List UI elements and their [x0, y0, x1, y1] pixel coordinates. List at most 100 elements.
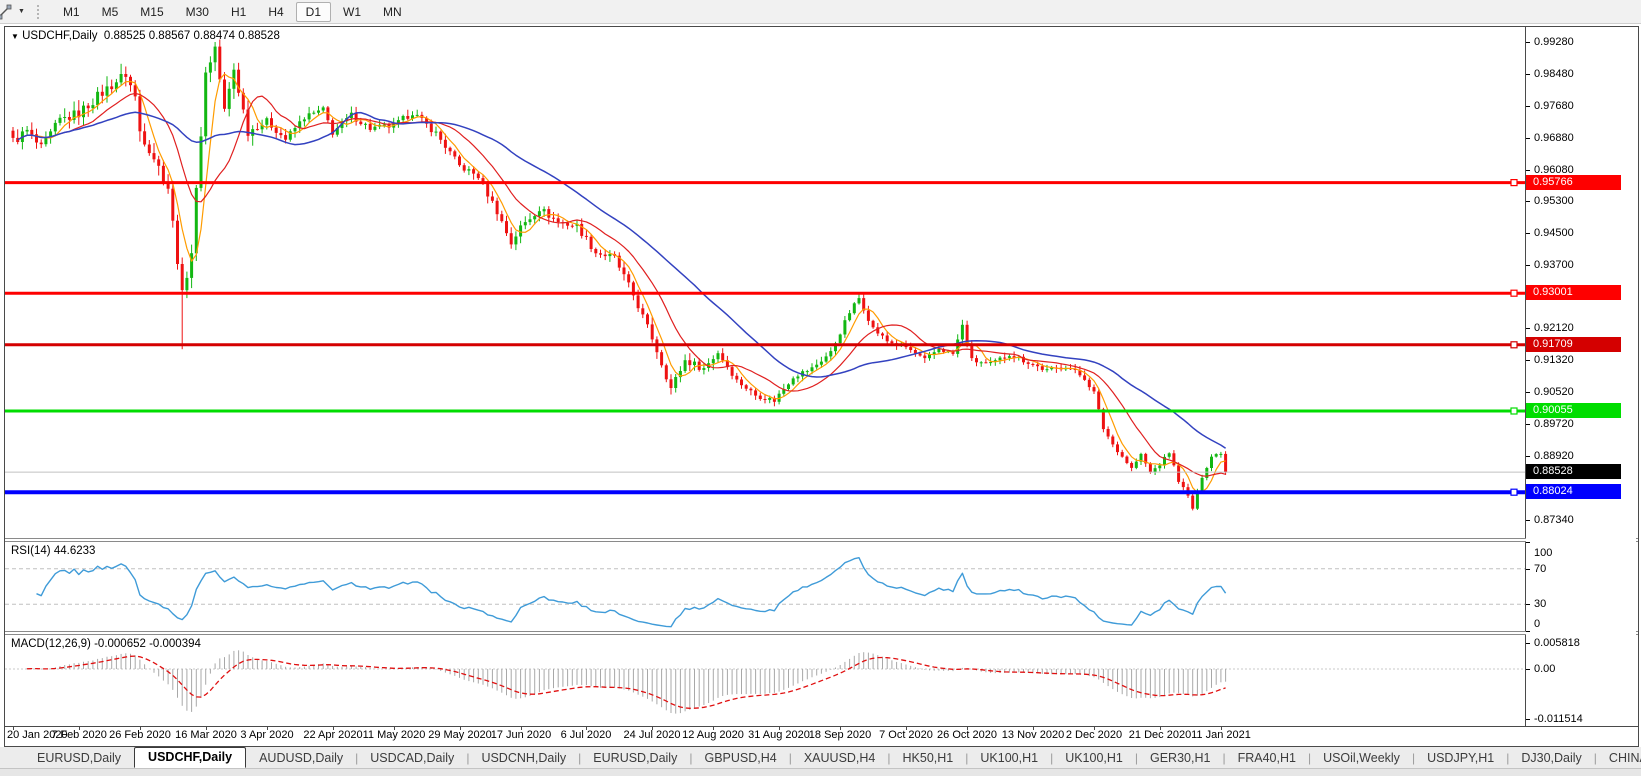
date-label: 11 May 2020 [362, 729, 426, 741]
date-label: 31 Aug 2020 [748, 729, 810, 741]
chart-tab-dj30-daily[interactable]: DJ30,Daily [1510, 749, 1592, 768]
price-tick-mark [1526, 138, 1530, 139]
chart-tab-fra40-h1[interactable]: FRA40,H1 [1227, 749, 1307, 768]
rsi-plot[interactable] [5, 542, 1525, 631]
price-tick-label: 0.93700 [1534, 259, 1574, 271]
timeframe-button-m30[interactable]: M30 [176, 2, 219, 22]
dropdown-caret-icon[interactable]: ▼ [18, 8, 25, 15]
timeframe-button-m5[interactable]: M5 [92, 2, 129, 22]
timeframe-button-h1[interactable]: H1 [221, 2, 256, 22]
price-tick-mark [1526, 392, 1530, 393]
date-label: 26 Oct 2020 [937, 729, 997, 741]
chart-symbol-title: ▼ USDCHF,Daily 0.88525 0.88567 0.88474 0… [11, 30, 280, 42]
timeframe-button-mn[interactable]: MN [373, 2, 412, 22]
date-label: 11 Jan 2021 [1191, 729, 1251, 741]
chart-tab-gbpusd-h4[interactable]: GBPUSD,H4 [693, 749, 787, 768]
date-label: 7 Feb 2020 [51, 729, 107, 741]
macd-panel[interactable]: MACD(12,26,9) -0.000652 -0.000394 [5, 635, 1526, 726]
macd-axis-label: 0.005818 [1534, 637, 1580, 649]
timeframe-button-d1[interactable]: D1 [295, 1, 331, 22]
date-label: 26 Feb 2020 [109, 729, 171, 741]
timeframe-toolbar: ▼ M1 M5 M15 M30 H1 H4 D1 W1 MN [0, 0, 1641, 24]
price-tick-label: 0.87340 [1534, 514, 1574, 526]
ohlc-close: 0.88528 [238, 30, 280, 42]
rsi-tick-mark [1526, 604, 1530, 605]
price-tick-mark [1526, 74, 1530, 75]
rsi-indicator-label: RSI(14) 44.6233 [11, 545, 95, 557]
price-tick-label: 0.90520 [1534, 386, 1574, 398]
date-label: 6 Jul 2020 [560, 729, 612, 741]
mt4-application: ▼ M1 M5 M15 M30 H1 H4 D1 W1 MN ▼ USDCHF,Daily 0.… [0, 0, 1641, 776]
chart-tab-hk50-h1[interactable]: HK50,H1 [892, 749, 965, 768]
timeframe-button-w1[interactable]: W1 [333, 2, 371, 22]
chart-tab-eurusd-daily[interactable]: EURUSD,Daily [26, 749, 132, 768]
macd-signal-value: -0.000394 [149, 638, 201, 650]
date-label: 21 Dec 2020 [1128, 729, 1192, 741]
price-tick-label: 0.95300 [1534, 195, 1574, 207]
rsi-axis-label: 30 [1534, 598, 1547, 610]
date-label: 3 Apr 2020 [240, 729, 294, 741]
chart-tab-uk100-h1[interactable]: UK100,H1 [1054, 749, 1134, 768]
rsi-tick-mark [1526, 631, 1530, 632]
toolbar-drag-handle[interactable] [36, 4, 39, 19]
status-strip [0, 768, 1641, 776]
chart-tab-eurusd-daily[interactable]: EURUSD,Daily [582, 749, 688, 768]
price-level-label-095766: 0.95766 [1526, 175, 1621, 190]
symbol-label: USDCHF,Daily [22, 30, 98, 42]
price-tick-mark [1526, 42, 1530, 43]
chart-tab-xauusd-h4[interactable]: XAUUSD,H4 [793, 749, 887, 768]
price-axis[interactable]: 0.99280 0.98480 0.97680 0.96880 0.96080 0.953… [1526, 27, 1636, 726]
price-tick-mark [1526, 456, 1530, 457]
price-level-label-091709: 0.91709 [1526, 337, 1621, 352]
ohlc-open: 0.88525 [103, 30, 146, 42]
candlestick-plot[interactable] [5, 27, 1525, 538]
price-tick-label: 0.98480 [1534, 68, 1574, 80]
rsi-panel[interactable]: RSI(14) 44.6233 [5, 542, 1526, 631]
chart-tab-usoil-weekly[interactable]: USOil,Weekly [1312, 749, 1411, 768]
chart-tab-ger30-h1[interactable]: GER30,H1 [1139, 749, 1221, 768]
rsi-label: RSI(14) [11, 545, 51, 557]
cursor-tool-icon[interactable] [0, 4, 13, 20]
macd-tick-mark [1526, 719, 1530, 720]
chart-tab-uk100-h1[interactable]: UK100,H1 [969, 749, 1049, 768]
price-level-label-088024: 0.88024 [1526, 484, 1621, 499]
collapse-caret-icon[interactable]: ▼ [11, 32, 19, 41]
chart-tab-usdcad-daily[interactable]: USDCAD,Daily [359, 749, 465, 768]
chart-tab-usdchf-daily[interactable]: USDCHF,Daily [134, 747, 247, 768]
rsi-axis-label: 0 [1534, 618, 1541, 630]
date-label: 17 Jun 2020 [490, 729, 552, 741]
timeframe-button-m15[interactable]: M15 [130, 2, 173, 22]
macd-label: MACD(12,26,9) [11, 638, 91, 650]
chart-tab-audusd-daily[interactable]: AUDUSD,Daily [248, 749, 354, 768]
price-tick-mark [1526, 360, 1530, 361]
price-tick-mark [1526, 520, 1530, 521]
rsi-value: 44.6233 [53, 545, 96, 557]
price-chart-canvas[interactable]: ▼ USDCHF,Daily 0.88525 0.88567 0.88474 0… [5, 27, 1526, 538]
timeframe-button-h4[interactable]: H4 [258, 2, 293, 22]
macd-plot[interactable] [5, 635, 1525, 726]
macd-tick-mark [1526, 643, 1530, 644]
rsi-axis-label: 70 [1534, 563, 1547, 575]
date-label: 13 Nov 2020 [1001, 729, 1065, 741]
chart-tab-bar: EURUSD,Daily USDCHF,Daily AUDUSD,Daily | USD… [0, 747, 1641, 768]
rsi-axis-label: 100 [1534, 547, 1553, 559]
chart-tab-china300-h1[interactable]: CHINA300,H1 [1598, 749, 1641, 768]
date-label: 12 Aug 2020 [682, 729, 744, 741]
price-tick-label: 0.96880 [1534, 132, 1574, 144]
price-tick-mark [1526, 201, 1530, 202]
price-tick-label: 0.92120 [1534, 322, 1574, 334]
chart-tab-usdjpy-h1[interactable]: USDJPY,H1 [1416, 749, 1505, 768]
macd-axis-label: -0.011514 [1534, 713, 1583, 725]
date-label: 29 May 2020 [428, 729, 492, 741]
timeframe-button-m1[interactable]: M1 [53, 2, 90, 22]
date-label: 18 Sep 2020 [808, 729, 872, 741]
date-label: 2 Dec 2020 [1065, 729, 1123, 741]
date-label: 16 Mar 2020 [175, 729, 237, 741]
rsi-tick-mark [1526, 542, 1530, 543]
price-tick-mark [1526, 233, 1530, 234]
chart-tab-usdcnh-daily[interactable]: USDCNH,Daily [470, 749, 577, 768]
price-tick-label: 0.91320 [1534, 354, 1574, 366]
rsi-tick-mark [1526, 569, 1530, 570]
date-axis[interactable]: 20 Jan 2020 7 Feb 2020 26 Feb 2020 16 Mar 2… [5, 726, 1638, 745]
price-tick-mark [1526, 170, 1530, 171]
